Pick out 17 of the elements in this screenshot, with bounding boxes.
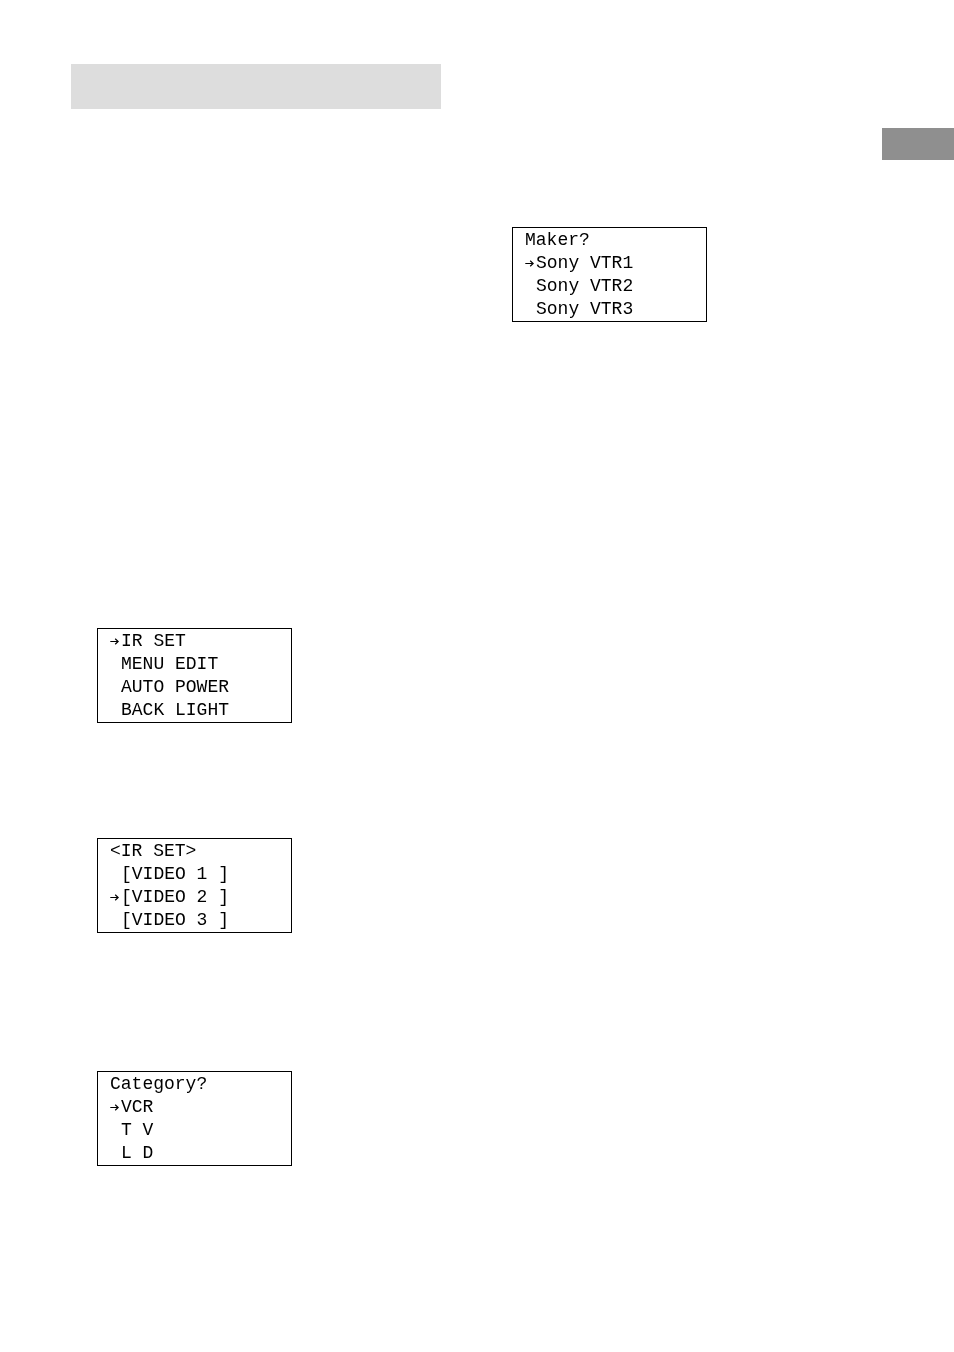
lcd-text-line: MENU EDIT	[121, 653, 219, 676]
lcd-text-line: Sony VTR1	[536, 252, 634, 275]
lcd-text-line: [VIDEO 1 ]	[121, 863, 230, 886]
lcd-text-line: VCR	[121, 1096, 154, 1119]
lcd-text-line: Sony VTR3	[536, 298, 634, 321]
lcd-text-line: Sony VTR2	[536, 275, 634, 298]
lcd-text-line: AUTO POWER	[121, 676, 230, 699]
lcd-text-line: [VIDEO 3 ]	[121, 909, 230, 932]
lcd-text-line: IR SET	[121, 630, 186, 653]
thumb-index-marker	[882, 128, 954, 160]
lcd-text-line: T V	[121, 1119, 154, 1142]
lcd-text-line: BACK LIGHT	[121, 699, 230, 722]
display-title: <IR SET>	[110, 840, 197, 863]
lcd-text-line: [VIDEO 2 ]	[121, 886, 230, 909]
display-title: Maker?	[525, 229, 590, 252]
lcd-text-line: L D	[121, 1142, 154, 1165]
display-title: Category?	[110, 1073, 208, 1096]
